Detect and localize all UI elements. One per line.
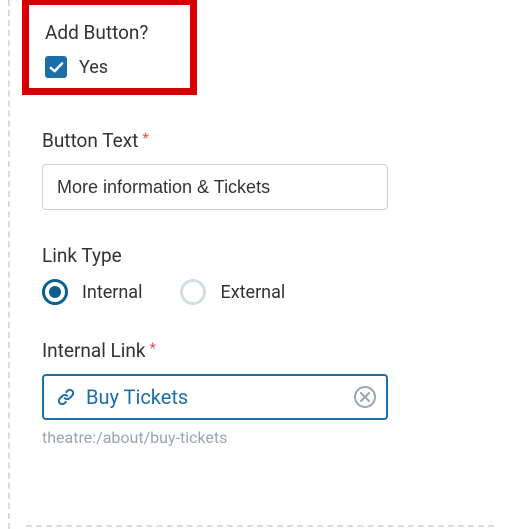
close-icon (360, 392, 370, 402)
panel-left-divider (8, 0, 10, 529)
internal-link-path: theatre:/about/buy-tickets (42, 428, 486, 447)
link-type-internal-radio[interactable]: Internal (42, 279, 142, 305)
radio-icon (180, 279, 206, 305)
check-icon (49, 60, 64, 75)
required-asterisk: * (142, 129, 148, 147)
add-button-checkbox-row: Yes (45, 56, 148, 78)
radio-label: Internal (82, 282, 142, 303)
radio-label: External (220, 282, 285, 303)
internal-link-label: Internal Link* (42, 339, 486, 362)
add-button-checkbox[interactable] (45, 56, 67, 78)
internal-link-section: Internal Link* Buy Tickets theatre:/abou… (24, 339, 486, 447)
link-type-section: Link Type Internal External (24, 244, 486, 305)
internal-link-label-text: Internal Link (42, 339, 146, 362)
internal-link-value: Buy Tickets (86, 385, 344, 409)
button-text-section: Button Text* (24, 129, 486, 210)
clear-link-button[interactable] (354, 386, 376, 408)
radio-icon (42, 279, 68, 305)
add-button-highlight: Add Button? Yes (22, 0, 197, 95)
button-text-label-text: Button Text (42, 129, 138, 152)
link-icon (56, 387, 76, 407)
add-button-label: Add Button? (45, 21, 148, 44)
panel-bottom-divider (26, 525, 494, 527)
button-text-input[interactable] (42, 164, 388, 210)
add-button-checkbox-label: Yes (79, 57, 108, 78)
form-panel: Add Button? Yes Button Text* Link Type I… (24, 0, 506, 529)
internal-link-input[interactable]: Buy Tickets (42, 374, 388, 420)
link-type-label: Link Type (42, 244, 486, 267)
required-asterisk: * (150, 339, 156, 357)
link-type-external-radio[interactable]: External (180, 279, 285, 305)
button-text-label: Button Text* (42, 129, 486, 152)
link-type-radio-group: Internal External (42, 279, 486, 305)
